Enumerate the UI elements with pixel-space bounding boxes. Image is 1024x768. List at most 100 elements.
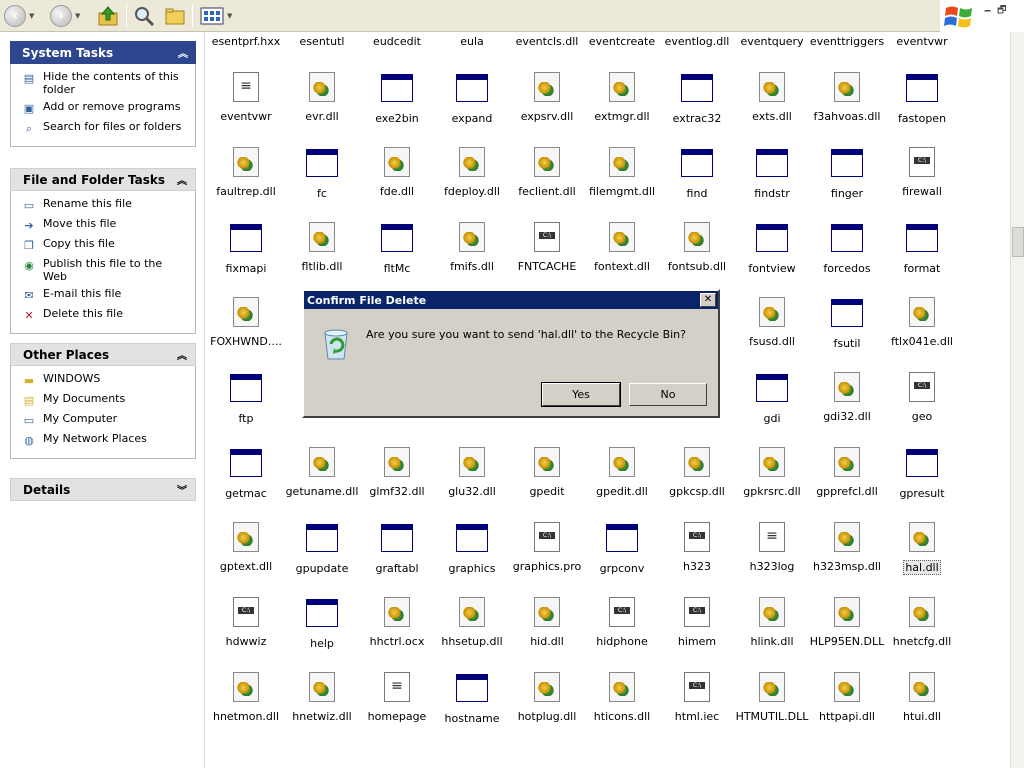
file-item[interactable]: gpresult [882,447,962,522]
file-item[interactable]: hhsetup.dll [432,597,512,672]
collapse-icon[interactable]: ︽ [177,172,187,187]
task-link[interactable]: ➔ Move this file [21,217,187,233]
file-item[interactable]: HTMUTIL.DLL [732,672,812,747]
file-item[interactable]: fsutil [807,297,887,372]
file-item[interactable]: ≡ homepage [357,672,437,747]
file-item[interactable]: ftp [206,372,286,447]
search-button[interactable] [133,3,155,29]
file-item[interactable]: fastopen [882,72,962,147]
file-item[interactable]: h323msp.dll [807,522,887,597]
file-item[interactable]: evr.dll [282,72,362,147]
file-item[interactable]: gptext.dll [206,522,286,597]
file-label[interactable]: eventvwr [882,35,962,48]
file-item[interactable]: exts.dll [732,72,812,147]
file-item[interactable]: grpconv [582,522,662,597]
file-item[interactable]: hhctrl.ocx [357,597,437,672]
file-item[interactable]: finger [807,147,887,222]
file-item[interactable]: gpedit.dll [582,447,662,522]
file-item[interactable]: graphics [432,522,512,597]
file-label[interactable]: esentprf.hxx [206,35,286,48]
file-item[interactable]: HLP95EN.DLL [807,597,887,672]
file-item[interactable]: ftlx041e.dll [882,297,962,372]
file-label[interactable]: eventtriggers [807,35,887,48]
file-item[interactable]: gdi [732,372,812,447]
file-label[interactable]: eventlog.dll [657,35,737,48]
file-item[interactable]: fontext.dll [582,222,662,297]
file-item[interactable]: findstr [732,147,812,222]
file-item[interactable]: gpkrsrc.dll [732,447,812,522]
file-item[interactable]: fsusd.dll [732,297,812,372]
file-item[interactable]: hal.dll [882,522,962,597]
file-item[interactable]: gpedit [507,447,587,522]
file-item[interactable]: fc [282,147,362,222]
file-label[interactable]: eventcreate [582,35,662,48]
file-item[interactable]: hostname [432,672,512,747]
file-item[interactable]: ≡ h323log [732,522,812,597]
scrollbar-thumb[interactable] [1012,227,1024,257]
task-link[interactable]: ▬ WINDOWS [21,372,187,388]
file-item[interactable]: hticons.dll [582,672,662,747]
file-item[interactable]: forcedos [807,222,887,297]
file-item[interactable]: hdwwiz [206,597,286,672]
file-item[interactable]: fixmapi [206,222,286,297]
collapse-icon[interactable]: ︽ [177,347,187,362]
file-item[interactable]: hidphone [582,597,662,672]
file-item[interactable]: fontsub.dll [657,222,737,297]
task-link[interactable]: ▭ Rename this file [21,197,187,213]
task-link[interactable]: ✉ E-mail this file [21,287,187,303]
file-item[interactable]: hid.dll [507,597,587,672]
file-label[interactable]: eventcls.dll [507,35,587,48]
yes-button[interactable]: Yes [541,382,621,407]
file-item[interactable]: expsrv.dll [507,72,587,147]
file-label[interactable]: eventquery [732,35,812,48]
file-item[interactable]: h323 [657,522,737,597]
file-item[interactable]: help [282,597,362,672]
file-item[interactable]: f3ahvoas.dll [807,72,887,147]
minimize-button[interactable]: 🗕 [984,3,991,21]
file-item[interactable]: graphics.pro [507,522,587,597]
forward-button[interactable]: › ▼ [50,3,80,29]
file-item[interactable]: himem [657,597,737,672]
file-item[interactable]: filemgmt.dll [582,147,662,222]
task-link[interactable]: ▣ Add or remove programs [21,100,187,116]
file-item[interactable]: FNTCACHE [507,222,587,297]
task-link[interactable]: ⌕ Search for files or folders [21,120,187,136]
file-item[interactable]: gpkcsp.dll [657,447,737,522]
file-item[interactable]: firewall [882,147,962,222]
file-item[interactable]: gpupdate [282,522,362,597]
up-button[interactable] [97,3,119,29]
file-item[interactable]: htui.dll [882,672,962,747]
file-item[interactable]: fdeploy.dll [432,147,512,222]
file-item[interactable]: getmac [206,447,286,522]
collapse-icon[interactable]: ︽ [178,45,188,60]
expand-icon[interactable]: ︾ [177,482,187,497]
file-item[interactable]: ≡ eventvwr [206,72,286,147]
file-item[interactable]: fltlib.dll [282,222,362,297]
file-item[interactable]: glu32.dll [432,447,512,522]
file-item[interactable]: exe2bin [357,72,437,147]
task-link[interactable]: ▤ My Documents [21,392,187,408]
file-label[interactable]: eudcedit [357,35,437,48]
file-item[interactable]: graftabl [357,522,437,597]
restore-button[interactable]: 🗗 [997,3,1006,21]
views-button[interactable]: ▼ [200,3,232,29]
file-item[interactable]: fltMc [357,222,437,297]
task-link[interactable]: ▤ Hide the contents of this folder [21,70,187,96]
back-button[interactable]: ‹ ▼ [4,3,34,29]
file-item[interactable]: extmgr.dll [582,72,662,147]
vertical-scrollbar[interactable] [1010,32,1024,768]
no-button[interactable]: No [629,383,707,406]
folders-button[interactable] [164,3,186,29]
file-item[interactable]: fontview [732,222,812,297]
task-link[interactable]: ◉ Publish this file to the Web [21,257,187,283]
file-label[interactable]: esentutl [282,35,362,48]
task-link[interactable]: ❐ Copy this file [21,237,187,253]
file-item[interactable]: httpapi.dll [807,672,887,747]
file-label[interactable]: eula [432,35,512,48]
file-item[interactable]: hnetmon.dll [206,672,286,747]
dialog-close-button[interactable]: ✕ [700,293,716,307]
other-places-header[interactable]: Other Places ︽ [10,343,196,366]
file-tasks-header[interactable]: File and Folder Tasks ︽ [10,168,196,191]
file-item[interactable]: feclient.dll [507,147,587,222]
details-header[interactable]: Details ︾ [10,478,196,501]
